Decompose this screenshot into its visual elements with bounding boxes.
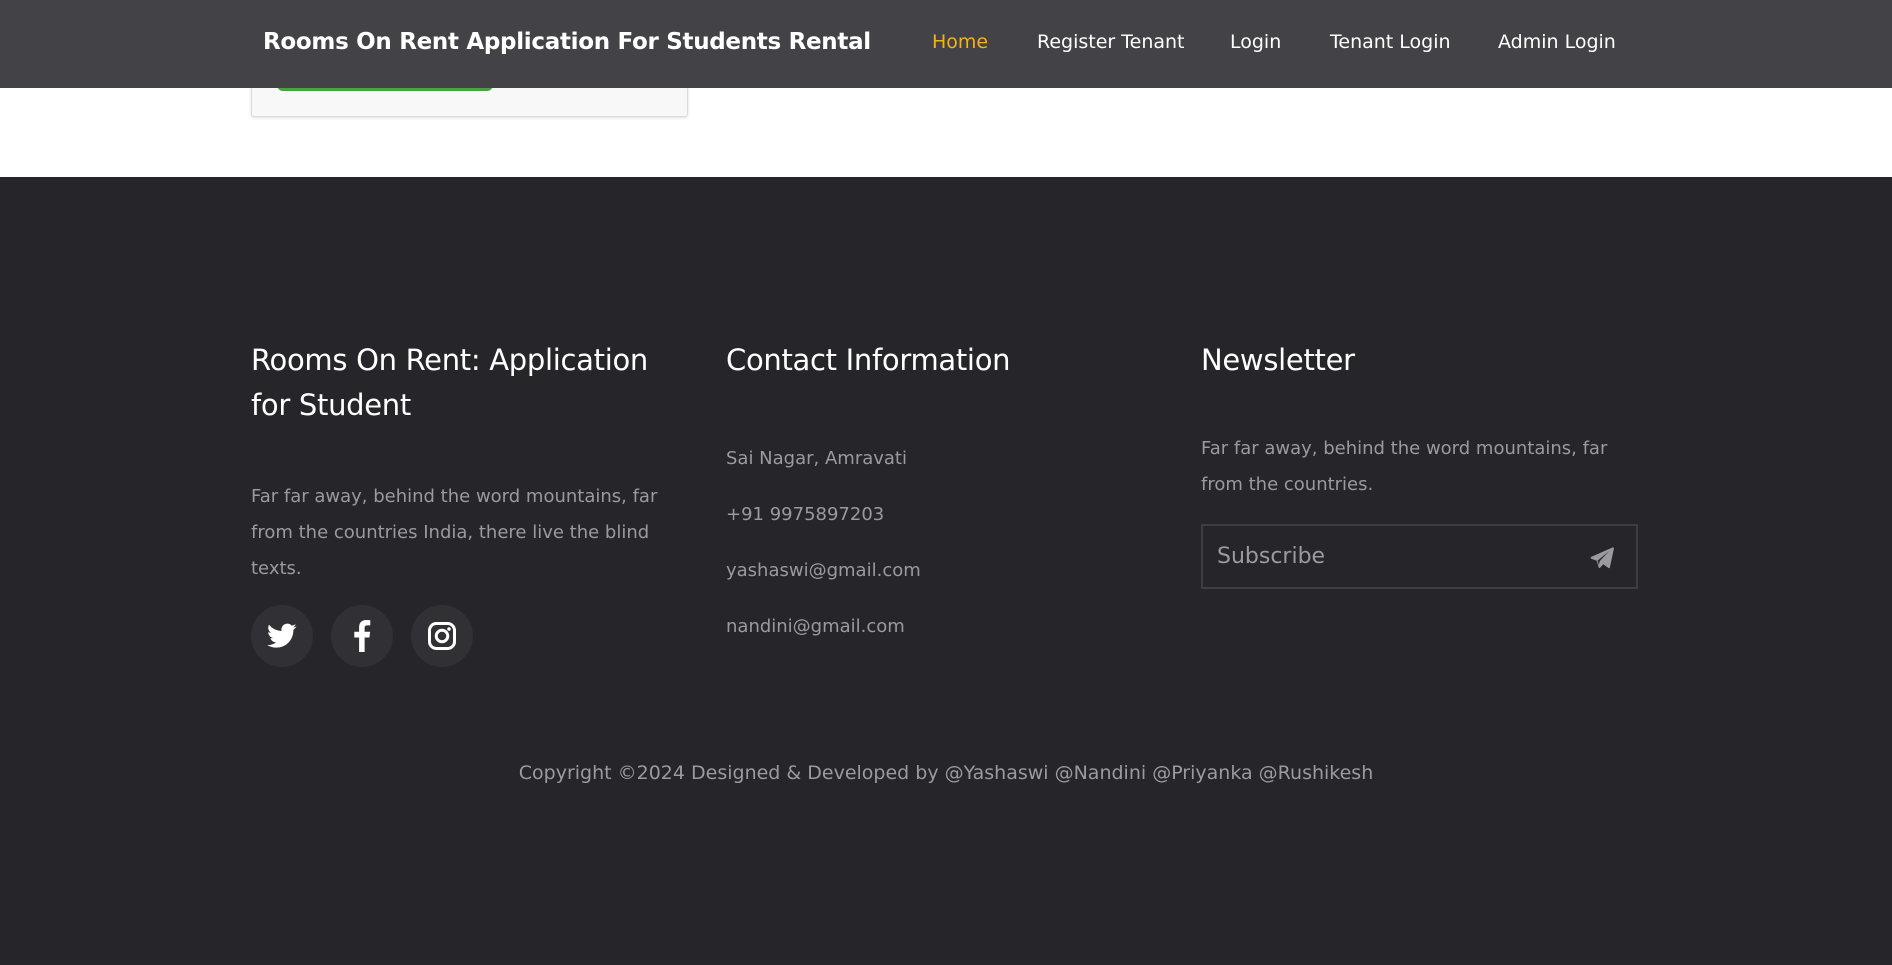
- footer-about: Rooms On Rent: Application for Student F…: [251, 338, 691, 579]
- brand-title[interactable]: Rooms On Rent Application For Students R…: [263, 29, 871, 55]
- contact-email-2[interactable]: nandini@gmail.com: [726, 616, 905, 637]
- copyright-text: Copyright ©2024 Designed & Developed by …: [518, 762, 1374, 784]
- about-heading: Rooms On Rent: Application for Student: [251, 343, 648, 422]
- newsletter-text: Far far away, behind the word mountains,…: [1201, 438, 1608, 495]
- instagram-icon: [428, 622, 456, 650]
- contact-email-1[interactable]: yashaswi@gmail.com: [726, 560, 921, 581]
- nav-admin-login[interactable]: Admin Login: [1498, 31, 1616, 53]
- about-text: Far far away, behind the word mountains,…: [251, 486, 658, 579]
- facebook-icon: [354, 620, 371, 652]
- social-links: [251, 605, 473, 667]
- contact-address: Sai Nagar, Amravati: [726, 448, 907, 469]
- footer-contact: Contact Information: [726, 338, 1166, 383]
- contact-phone[interactable]: +91 9975897203: [726, 504, 884, 525]
- nav-home[interactable]: Home: [932, 31, 988, 53]
- nav-register-tenant[interactable]: Register Tenant: [1037, 31, 1185, 53]
- paper-plane-icon[interactable]: [1590, 546, 1614, 570]
- subscribe-input[interactable]: [1203, 544, 1563, 569]
- facebook-link[interactable]: [331, 605, 393, 667]
- footer-newsletter: Newsletter Far far away, behind the word…: [1201, 338, 1641, 495]
- nav-tenant-login[interactable]: Tenant Login: [1330, 31, 1451, 53]
- twitter-link[interactable]: [251, 605, 313, 667]
- navbar: Rooms On Rent Application For Students R…: [0, 0, 1892, 88]
- twitter-icon: [267, 623, 297, 648]
- subscribe-form: [1201, 524, 1638, 589]
- instagram-link[interactable]: [411, 605, 473, 667]
- nav-login[interactable]: Login: [1230, 31, 1281, 53]
- newsletter-heading: Newsletter: [1201, 343, 1355, 377]
- contact-heading: Contact Information: [726, 343, 1011, 377]
